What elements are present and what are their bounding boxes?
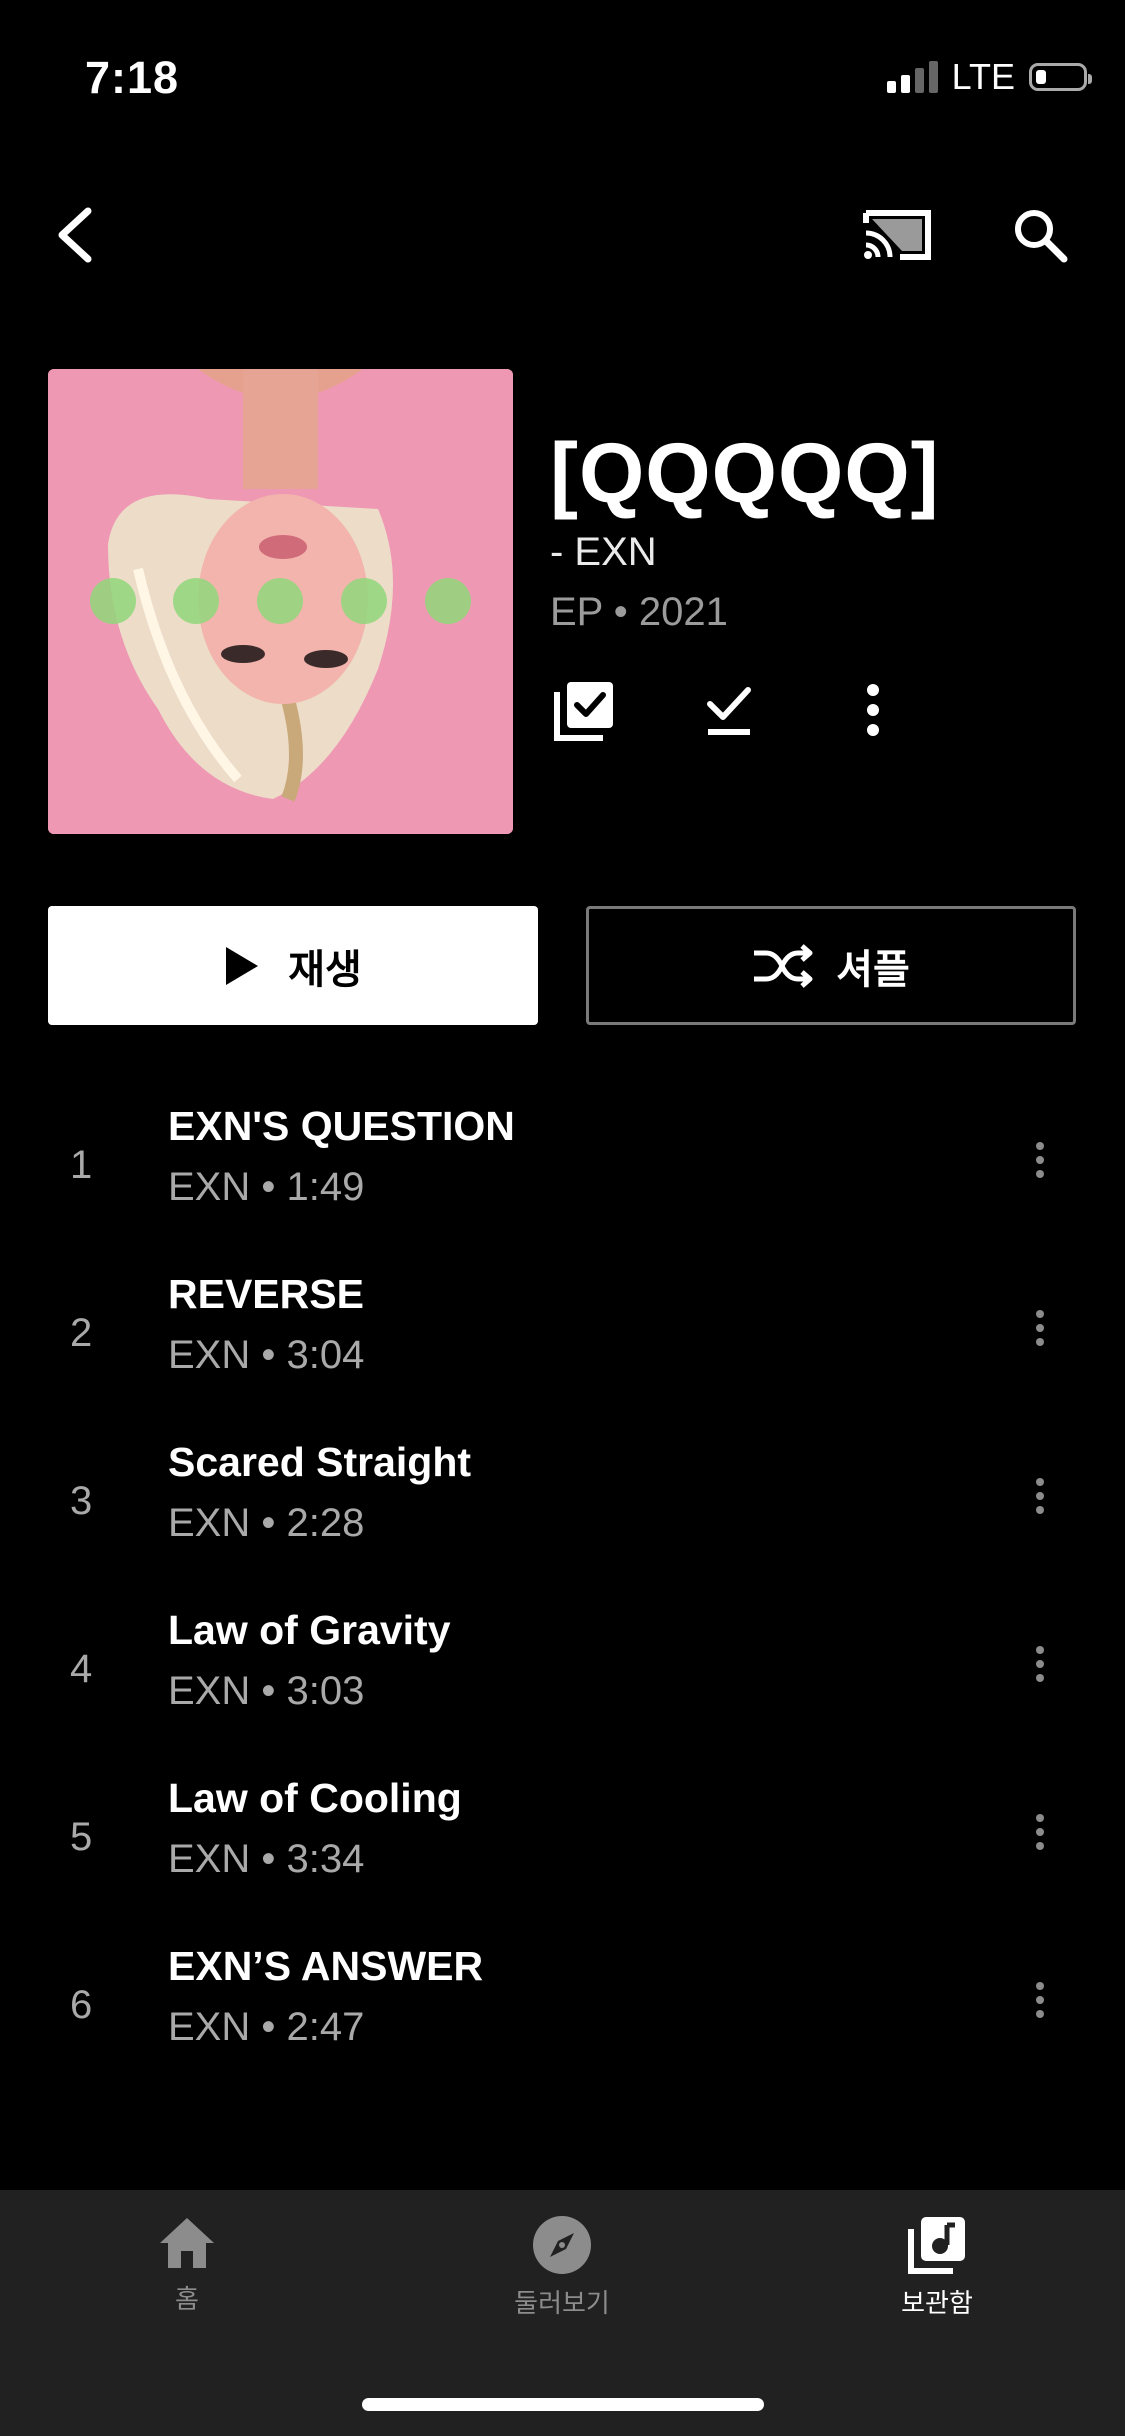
- compass-icon: [533, 2216, 591, 2274]
- track-subtitle: EXN • 3:34: [168, 1837, 365, 1881]
- status-indicators: LTE: [886, 56, 1092, 98]
- track-more-button[interactable]: [1025, 1965, 1055, 2035]
- signal-icon: [886, 61, 938, 93]
- album-cover: [48, 369, 513, 834]
- home-icon: [160, 2218, 214, 2268]
- track-title: Scared Straight: [168, 1439, 472, 1485]
- chevron-left-icon: [58, 207, 92, 263]
- nav-explore[interactable]: 둘러보기: [442, 2215, 682, 2320]
- track-more-button[interactable]: [1025, 1125, 1055, 1195]
- home-indicator[interactable]: [362, 2398, 764, 2411]
- nav-home-label: 홈: [175, 2284, 199, 2314]
- track-number: 1: [70, 1143, 93, 1187]
- library-music-icon: [908, 2217, 965, 2274]
- track-number: 6: [70, 1983, 93, 2027]
- more-vertical-icon: [867, 684, 879, 736]
- track-row[interactable]: 4 Law of Gravity EXN • 3:03: [0, 1607, 1125, 1775]
- nav-library[interactable]: 보관함: [817, 2215, 1057, 2320]
- back-button[interactable]: [50, 205, 100, 265]
- track-subtitle: EXN • 3:04: [168, 1333, 365, 1377]
- album-meta: EP • 2021: [550, 590, 728, 634]
- track-subtitle: EXN • 1:49: [168, 1165, 365, 1209]
- play-icon: [226, 946, 259, 985]
- shuffle-button[interactable]: 셔플: [586, 906, 1076, 1025]
- nav-library-label: 보관함: [901, 2288, 973, 2318]
- track-title: REVERSE: [168, 1271, 364, 1317]
- battery-icon: [1029, 63, 1092, 91]
- shuffle-icon: [754, 943, 813, 988]
- track-title: Law of Gravity: [168, 1607, 451, 1653]
- track-row[interactable]: 5 Law of Cooling EXN • 3:34: [0, 1775, 1125, 1943]
- search-button[interactable]: [1010, 205, 1070, 265]
- track-number: 3: [70, 1479, 93, 1523]
- shuffle-button-label: 셔플: [836, 947, 910, 992]
- track-title: EXN’S ANSWER: [168, 1943, 484, 1989]
- track-number: 5: [70, 1815, 93, 1859]
- album-more-button[interactable]: [838, 675, 908, 745]
- track-subtitle: EXN • 3:03: [168, 1669, 365, 1713]
- track-more-button[interactable]: [1025, 1293, 1055, 1363]
- track-subtitle: EXN • 2:28: [168, 1501, 365, 1545]
- save-to-library-button[interactable]: [550, 675, 620, 745]
- album-title: [QQQQQ]: [550, 426, 940, 520]
- track-more-button[interactable]: [1025, 1797, 1055, 1867]
- track-row[interactable]: 2 REVERSE EXN • 3:04: [0, 1271, 1125, 1439]
- download-done-icon: [707, 687, 751, 735]
- album-artist[interactable]: - EXN: [550, 530, 657, 575]
- track-row[interactable]: 6 EXN’S ANSWER EXN • 2:47: [0, 1943, 1125, 2111]
- track-more-button[interactable]: [1025, 1629, 1055, 1699]
- track-title: Law of Cooling: [168, 1775, 462, 1821]
- track-row[interactable]: 1 EXN'S QUESTION EXN • 1:49: [0, 1103, 1125, 1271]
- status-time: 7:18: [85, 52, 180, 103]
- nav-home[interactable]: 홈: [67, 2215, 307, 2316]
- track-subtitle: EXN • 2:47: [168, 2005, 365, 2049]
- cast-icon: [863, 210, 931, 260]
- play-button[interactable]: 재생: [48, 906, 538, 1025]
- track-more-button[interactable]: [1025, 1461, 1055, 1531]
- play-button-label: 재생: [288, 947, 362, 992]
- network-type: LTE: [951, 56, 1015, 97]
- track-number: 2: [70, 1311, 93, 1355]
- track-number: 4: [70, 1647, 93, 1691]
- track-row[interactable]: 3 Scared Straight EXN • 2:28: [0, 1439, 1125, 1607]
- download-button[interactable]: [694, 675, 764, 745]
- album-art-image: [48, 369, 513, 834]
- library-add-check-icon: [554, 682, 613, 741]
- track-title: EXN'S QUESTION: [168, 1103, 515, 1149]
- nav-explore-label: 둘러보기: [514, 2288, 610, 2318]
- cast-button[interactable]: [862, 205, 934, 265]
- search-icon: [1015, 210, 1068, 263]
